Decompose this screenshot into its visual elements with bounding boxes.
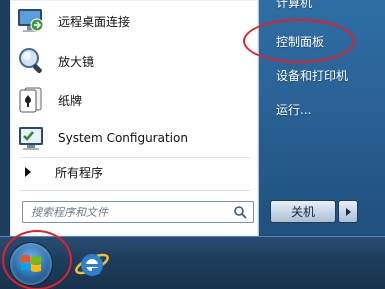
search-input[interactable]: [29, 202, 229, 222]
arrow-right-icon: [345, 207, 351, 216]
triangle-right-icon: [25, 167, 31, 177]
internet-explorer-icon: [75, 253, 109, 276]
remote-desktop-icon: [16, 6, 46, 36]
playing-card-icon: [16, 85, 46, 115]
magnifier-icon: [16, 46, 46, 76]
internet-explorer-taskbar-button[interactable]: [72, 245, 112, 283]
program-remote-desktop[interactable]: 远程桌面连接: [16, 3, 254, 39]
program-solitaire[interactable]: 纸牌: [16, 82, 254, 118]
devices-printers-link[interactable]: 设备和打印机: [276, 67, 348, 84]
shutdown-options-button[interactable]: [338, 200, 358, 223]
system-configuration-icon: [16, 123, 46, 153]
search-box: [22, 201, 254, 223]
annotation-circle-control-panel: [243, 19, 355, 63]
program-label: 远程桌面连接: [58, 14, 131, 29]
program-label: 放大镜: [58, 54, 95, 69]
shutdown-button[interactable]: 关机: [270, 200, 336, 223]
program-system-configuration[interactable]: System Configuration: [16, 120, 254, 156]
annotation-circle-start-button: [2, 230, 72, 289]
shutdown-label: 关机: [290, 205, 315, 219]
all-programs-label: 所有程序: [55, 165, 104, 180]
computer-link[interactable]: 计算机: [276, 0, 312, 11]
start-menu-screenshot: 远程桌面连接 放大镜 纸牌 System Configuration 所有程序 …: [0, 0, 385, 289]
divider: [20, 190, 250, 191]
run-link[interactable]: 运行...: [276, 101, 311, 118]
program-label: 纸牌: [58, 93, 83, 108]
all-programs-item[interactable]: 所有程序: [16, 160, 254, 184]
start-menu-programs-pane: 远程桌面连接 放大镜 纸牌 System Configuration 所有程序 …: [10, 0, 259, 236]
divider: [20, 157, 250, 158]
program-label: System Configuration: [58, 131, 188, 145]
search-icon[interactable]: [233, 205, 247, 219]
program-magnifier[interactable]: 放大镜: [16, 43, 254, 79]
